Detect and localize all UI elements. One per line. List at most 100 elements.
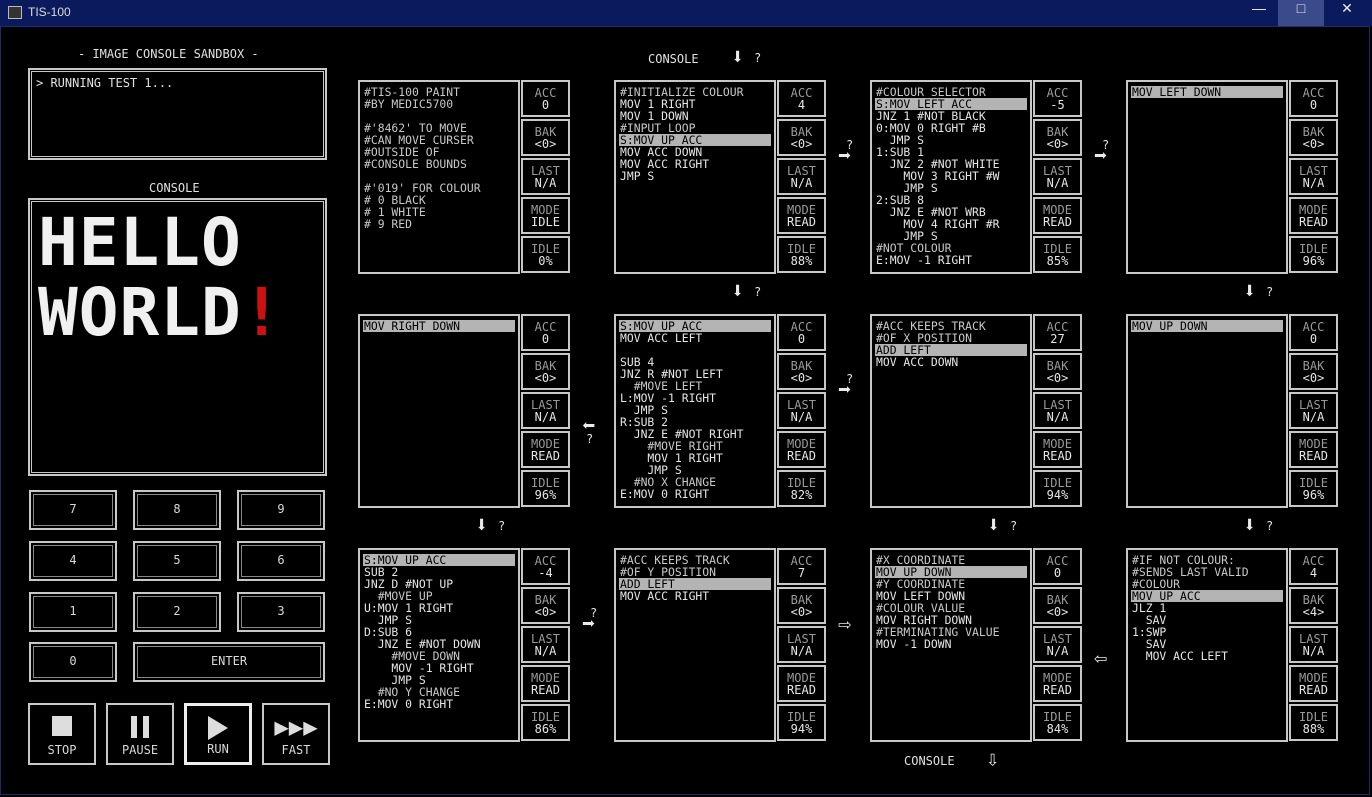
register-value: <0> — [790, 137, 813, 151]
code-editor[interactable]: #COLOUR SELECTOR S:MOV LEFT ACC JNZ 1 #NOT… — [870, 80, 1032, 274]
close-button[interactable]: ✕ — [1324, 0, 1370, 26]
exec-node-11: #X COORDINATE MOV UP DOWN #Y COORDINATE MOV… — [870, 548, 1082, 742]
code-editor[interactable]: MOV LEFT DOWN — [1126, 80, 1288, 274]
register-value: <4> — [1302, 605, 1325, 619]
register-value: READ — [531, 449, 560, 463]
port-value-mark: ? — [1102, 138, 1110, 152]
register-idle: IDLE 88% — [1289, 704, 1338, 741]
code-editor[interactable]: S:MOV UP ACC SUB 2 JNZ D #NOT UP #MOVE UP U… — [358, 548, 520, 742]
stop-icon — [30, 713, 94, 739]
code-editor[interactable]: #X COORDINATE MOV UP DOWN #Y COORDINATE MOV… — [870, 548, 1032, 742]
title-bar: TIS-100 — □ ✕ — [0, 0, 1372, 26]
register-acc: ACC 0 — [1289, 80, 1338, 117]
register-bak: BAK <0> — [1033, 353, 1082, 390]
register-acc: ACC 4 — [777, 80, 826, 117]
register-last: LAST N/A — [1033, 626, 1082, 663]
register-value: <0> — [1046, 605, 1069, 619]
key-2[interactable]: 2 — [133, 592, 221, 632]
register-value: <0> — [790, 605, 813, 619]
register-idle: IDLE 96% — [1289, 470, 1338, 507]
code-line: MOV LEFT DOWN — [1131, 86, 1283, 98]
code-line: MOV ACC LEFT — [1132, 649, 1229, 663]
register-value: 7 — [797, 566, 806, 580]
register-value: 0 — [1309, 332, 1318, 346]
code-editor[interactable]: MOV UP DOWN — [1126, 314, 1288, 508]
register-value: 27 — [1050, 332, 1065, 346]
key-1[interactable]: 1 — [29, 592, 117, 632]
register-bak: BAK <0> — [1033, 587, 1082, 624]
minimize-button[interactable]: — — [1236, 0, 1282, 26]
register-idle: IDLE 0% — [521, 236, 570, 273]
code-editor[interactable]: #INITIALIZE COLOUR MOV 1 RIGHT MOV 1 DOWN #… — [614, 80, 776, 274]
port-arrow-icon: ⇨ — [838, 612, 852, 637]
code-editor[interactable]: MOV RIGHT DOWN — [358, 314, 520, 508]
key-5[interactable]: 5 — [133, 541, 221, 581]
enter-key[interactable]: ENTER — [133, 642, 325, 682]
register-idle: IDLE 96% — [1289, 236, 1338, 273]
register-value: <0> — [1302, 371, 1325, 385]
register-idle: IDLE 94% — [777, 704, 826, 741]
register-mode: MODE READ — [1289, 431, 1338, 468]
maximize-button[interactable]: □ — [1278, 0, 1324, 26]
sandbox-header: - IMAGE CONSOLE SANDBOX - — [78, 47, 259, 61]
register-value: N/A — [790, 644, 813, 658]
code-line: E:MOV 0 RIGHT — [364, 697, 454, 711]
register-bak: BAK <0> — [777, 353, 826, 390]
register-acc: ACC 0 — [1289, 314, 1338, 351]
register-value: READ — [1299, 683, 1328, 697]
register-value: 96% — [1302, 488, 1325, 502]
register-acc: ACC 0 — [521, 80, 570, 117]
stop-button[interactable]: STOP — [28, 703, 96, 765]
register-acc: ACC 0 — [777, 314, 826, 351]
register-value: 82% — [790, 488, 813, 502]
code-editor[interactable]: #ACC KEEPS TRACK #OF Y POSITION ADD LEFT MO… — [614, 548, 776, 742]
register-mode: MODE IDLE — [521, 197, 570, 234]
run-button[interactable]: RUN — [184, 703, 252, 765]
code-editor[interactable]: #TIS-100 PAINT #BY MEDIC5700 #'8462' TO MO… — [358, 80, 520, 274]
code-line: MOV ACC RIGHT — [620, 589, 710, 603]
key-9[interactable]: 9 — [237, 490, 325, 530]
port-value-mark: ? — [498, 519, 506, 533]
port-value-mark: ? — [1266, 519, 1274, 533]
port-value-mark: ? — [590, 606, 598, 620]
register-value: <0> — [1302, 137, 1325, 151]
register-idle: IDLE 85% — [1033, 236, 1082, 273]
register-value: N/A — [1046, 644, 1069, 658]
key-6[interactable]: 6 — [237, 541, 325, 581]
key-7[interactable]: 7 — [29, 490, 117, 530]
register-mode: MODE READ — [1289, 665, 1338, 702]
fast-button[interactable]: ▶▶▶ FAST — [262, 703, 330, 765]
register-idle: IDLE 94% — [1033, 470, 1082, 507]
exec-node-1: #TIS-100 PAINT #BY MEDIC5700 #'8462' TO MO… — [358, 80, 570, 274]
register-bak: BAK <0> — [521, 119, 570, 156]
register-value: N/A — [790, 410, 813, 424]
test-log-text: > RUNNING TEST 1... — [36, 76, 174, 90]
register-mode: MODE READ — [1289, 197, 1338, 234]
key-8[interactable]: 8 — [133, 490, 221, 530]
pause-button[interactable]: PAUSE — [106, 703, 174, 765]
arrow-down-outline-icon: ⇩ — [986, 747, 1000, 772]
register-acc: ACC 27 — [1033, 314, 1082, 351]
register-bak: BAK <0> — [521, 587, 570, 624]
key-4[interactable]: 4 — [29, 541, 117, 581]
port-arrow-icon: ⬇ — [1243, 513, 1257, 538]
port-value-mark: ? — [1010, 519, 1018, 533]
code-editor[interactable]: S:MOV UP ACC MOV ACC LEFT SUB 4 JNZ R #NOT … — [614, 314, 776, 508]
exec-node-6: S:MOV UP ACC MOV ACC LEFT SUB 4 JNZ R #NOT … — [614, 314, 826, 508]
register-acc: ACC 4 — [1289, 548, 1338, 585]
register-value: READ — [1043, 683, 1072, 697]
exec-node-8: MOV UP DOWN ACC 0 BAK <0> LAST N/A MODE READ IDLE… — [1126, 314, 1338, 508]
register-value: N/A — [1046, 176, 1069, 190]
register-last: LAST N/A — [1033, 392, 1082, 429]
register-value: N/A — [1046, 410, 1069, 424]
register-last: LAST N/A — [521, 626, 570, 663]
port-value-mark: ? — [586, 432, 594, 446]
key-3[interactable]: 3 — [237, 592, 325, 632]
register-value: <0> — [1046, 371, 1069, 385]
key-0[interactable]: 0 — [29, 642, 117, 682]
code-editor[interactable]: #IF NOT COLOUR: #SENDS LAST VALID #COLOUR M… — [1126, 548, 1288, 742]
code-editor[interactable]: #ACC KEEPS TRACK #OF X POSITION ADD LEFT MO… — [870, 314, 1032, 508]
code-line: MOV RIGHT DOWN — [363, 320, 515, 332]
register-bak: BAK <4> — [1289, 587, 1338, 624]
register-mode: MODE READ — [777, 431, 826, 468]
